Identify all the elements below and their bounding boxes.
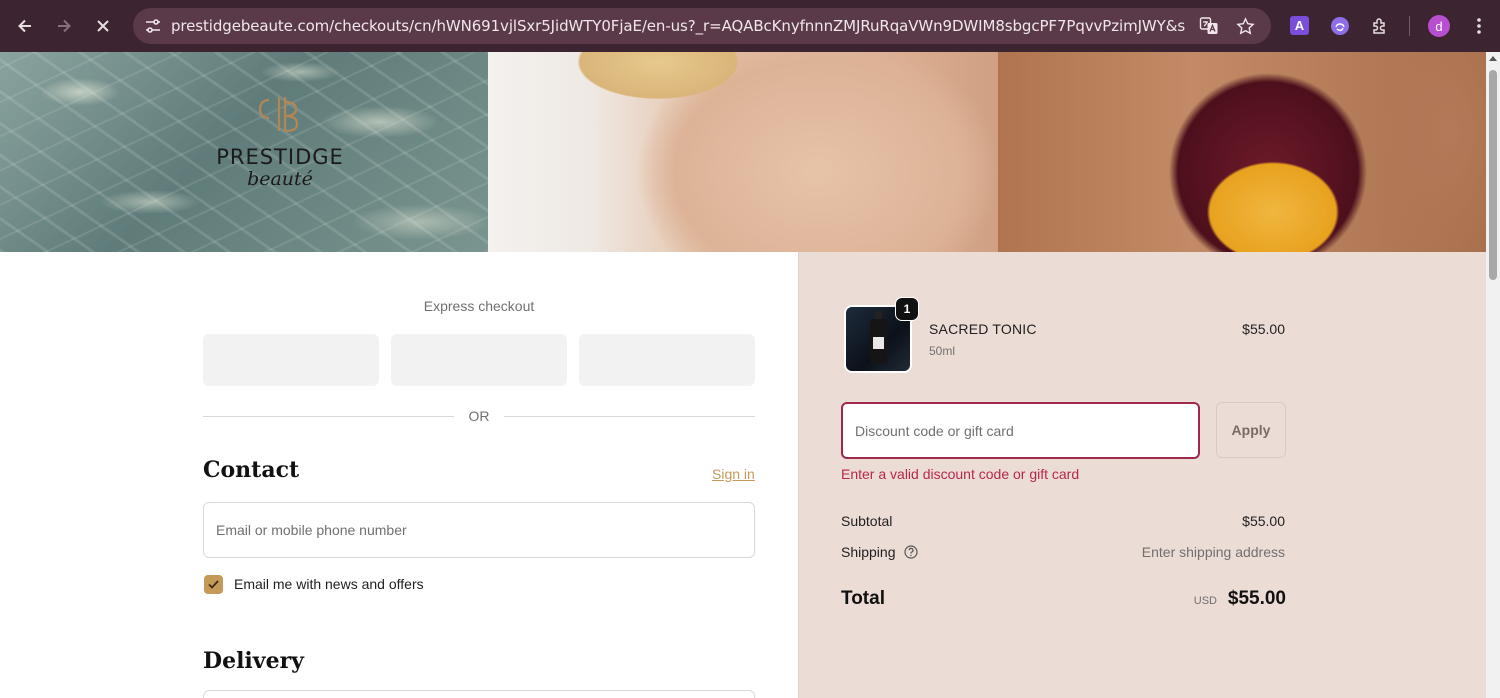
newsletter-checkbox[interactable] xyxy=(204,575,223,594)
product-price: $55.00 xyxy=(1242,321,1285,337)
close-icon xyxy=(97,20,109,32)
subtotal-value: $55.00 xyxy=(1242,513,1285,529)
express-pay-button-2[interactable] xyxy=(391,334,567,386)
brand-name: PRESTIDGE xyxy=(216,145,344,169)
total-value: $55.00 xyxy=(1227,588,1286,609)
total-label: Total xyxy=(841,588,885,609)
spiral-extension-icon xyxy=(1331,17,1349,35)
sign-in-link[interactable]: Sign in xyxy=(712,466,755,482)
brand-logo[interactable]: PRESTIDGE beauté xyxy=(207,94,353,204)
star-icon xyxy=(1235,16,1255,35)
delivery-field[interactable] xyxy=(203,690,755,698)
express-checkout-label: Express checkout xyxy=(423,298,535,314)
banner-face-image xyxy=(488,52,998,252)
question-circle-icon xyxy=(904,545,918,559)
shipping-value: Enter shipping address xyxy=(1141,544,1285,560)
translate-icon xyxy=(1199,17,1218,34)
tune-icon xyxy=(146,19,160,33)
order-summary: 1 SACRED TONIC 50ml $55.00 Apply Enter a… xyxy=(798,252,1486,698)
extension-spiral-button[interactable] xyxy=(1329,15,1351,37)
discount-code-field[interactable] xyxy=(841,402,1200,459)
discount-error-message: Enter a valid discount code or gift card xyxy=(841,466,1080,482)
shipping-help-icon[interactable] xyxy=(904,545,918,559)
express-pay-button-1[interactable] xyxy=(203,334,379,386)
translate-button[interactable] xyxy=(1198,15,1220,37)
divider-left xyxy=(203,416,454,417)
extensions-menu-button[interactable] xyxy=(1369,15,1391,37)
checkout-form: Express checkout OR Contact Sign in Emai… xyxy=(0,252,798,698)
contact-heading: Contact xyxy=(203,457,300,483)
quantity-badge: 1 xyxy=(895,297,919,321)
product-name: SACRED TONIC xyxy=(929,321,1037,337)
extension-a-button[interactable]: A xyxy=(1290,16,1309,35)
product-variant: 50ml xyxy=(929,344,956,358)
stop-loading-button[interactable] xyxy=(88,11,118,41)
site-info-button[interactable] xyxy=(135,8,171,44)
currency-code: USD xyxy=(1193,595,1217,607)
newsletter-label[interactable]: Email me with news and offers xyxy=(234,576,424,592)
brand-monogram-icon xyxy=(258,97,299,133)
toolbar-divider xyxy=(1409,16,1410,36)
browser-toolbar: prestidgebeaute.com/checkouts/cn/hWN691v… xyxy=(0,0,1500,52)
subtotal-label: Subtotal xyxy=(841,513,893,529)
back-button[interactable] xyxy=(10,11,40,41)
divider-right xyxy=(504,416,755,417)
url-text: prestidgebeaute.com/checkouts/cn/hWN691v… xyxy=(171,17,1186,35)
apply-discount-button[interactable]: Apply xyxy=(1216,402,1286,458)
more-vert-icon xyxy=(1477,18,1481,34)
forward-arrow-icon xyxy=(58,19,71,33)
banner-fruit-image xyxy=(998,52,1486,252)
checkmark-icon xyxy=(208,580,219,589)
bookmark-button[interactable] xyxy=(1234,15,1256,37)
hero-banner: PRESTIDGE beauté xyxy=(0,52,1486,252)
page-scrollbar[interactable] xyxy=(1486,52,1500,698)
address-bar[interactable]: prestidgebeaute.com/checkouts/cn/hWN691v… xyxy=(133,8,1271,44)
scroll-up-icon[interactable] xyxy=(1489,56,1497,61)
puzzle-icon xyxy=(1373,18,1385,34)
or-divider-label: OR xyxy=(468,408,490,424)
browser-menu-button[interactable] xyxy=(1468,15,1490,37)
forward-button[interactable] xyxy=(49,11,79,41)
email-field[interactable] xyxy=(203,502,755,558)
brand-tagline: beauté xyxy=(247,168,313,190)
back-arrow-icon xyxy=(18,19,31,33)
shipping-label: Shipping xyxy=(841,544,896,560)
profile-avatar[interactable]: d xyxy=(1428,15,1450,37)
delivery-heading: Delivery xyxy=(203,648,304,674)
express-pay-button-3[interactable] xyxy=(579,334,755,386)
scroll-thumb[interactable] xyxy=(1489,70,1497,280)
